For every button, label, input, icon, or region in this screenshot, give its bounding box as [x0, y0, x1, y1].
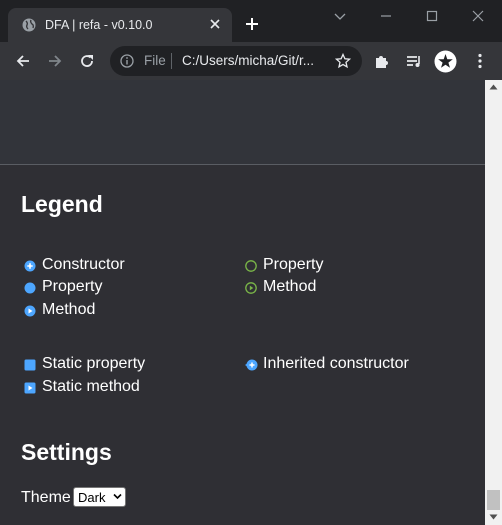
property-icon — [24, 282, 36, 294]
method-outline-icon — [245, 282, 257, 294]
new-tab-icon[interactable] — [244, 16, 260, 32]
back-arrow-icon[interactable] — [14, 52, 32, 70]
browser-titlebar: DFA | refa - v0.10.0 — [0, 0, 502, 42]
window-close-icon[interactable] — [470, 8, 486, 24]
tab-search-chevron-icon[interactable] — [332, 8, 348, 24]
menu-kebab-icon[interactable] — [471, 52, 489, 70]
url-text[interactable]: C:/Users/micha/Git/r... — [182, 53, 314, 68]
browser-toolbar: File C:/Users/micha/Git/r... — [0, 42, 502, 80]
scroll-down-arrow-icon[interactable] — [489, 514, 498, 520]
method-icon — [24, 305, 36, 317]
theme-select[interactable]: Dark — [73, 487, 126, 507]
theme-label: Theme — [21, 489, 71, 506]
scheme-label: File — [144, 53, 166, 68]
static-method-icon — [24, 382, 36, 394]
tab-title: DFA | refa - v0.10.0 — [45, 18, 153, 32]
maximize-icon[interactable] — [424, 8, 440, 24]
forward-arrow-icon[interactable] — [46, 52, 64, 70]
browser-tab[interactable]: DFA | refa - v0.10.0 — [8, 8, 232, 42]
static-property-icon — [24, 359, 36, 371]
legend-heading: Legend — [21, 191, 103, 217]
chevron-down-icon — [113, 493, 122, 500]
page-scrollbar[interactable] — [485, 80, 502, 525]
property-outline-icon — [245, 260, 257, 272]
scroll-up-arrow-icon[interactable] — [489, 84, 498, 90]
close-tab-icon[interactable] — [207, 16, 223, 32]
profile-avatar-icon[interactable] — [434, 50, 457, 73]
minimize-icon[interactable] — [378, 8, 394, 24]
globe-icon — [22, 18, 36, 32]
info-icon[interactable] — [120, 54, 134, 68]
scrollbar-thumb[interactable] — [487, 490, 500, 510]
settings-heading: Settings — [21, 439, 112, 465]
reload-icon[interactable] — [78, 52, 96, 70]
constructor-icon — [24, 260, 36, 272]
page-viewport: Legend Constructor Property Method Prope… — [0, 80, 485, 525]
bookmark-star-icon[interactable] — [335, 53, 351, 69]
extensions-puzzle-icon[interactable] — [373, 52, 391, 70]
inherited-constructor-icon — [245, 359, 258, 371]
page-header — [0, 80, 485, 165]
theme-select-value: Dark — [78, 490, 106, 505]
reading-list-icon[interactable] — [405, 52, 423, 70]
address-divider — [171, 53, 172, 69]
address-bar[interactable]: File C:/Users/micha/Git/r... — [110, 46, 362, 76]
